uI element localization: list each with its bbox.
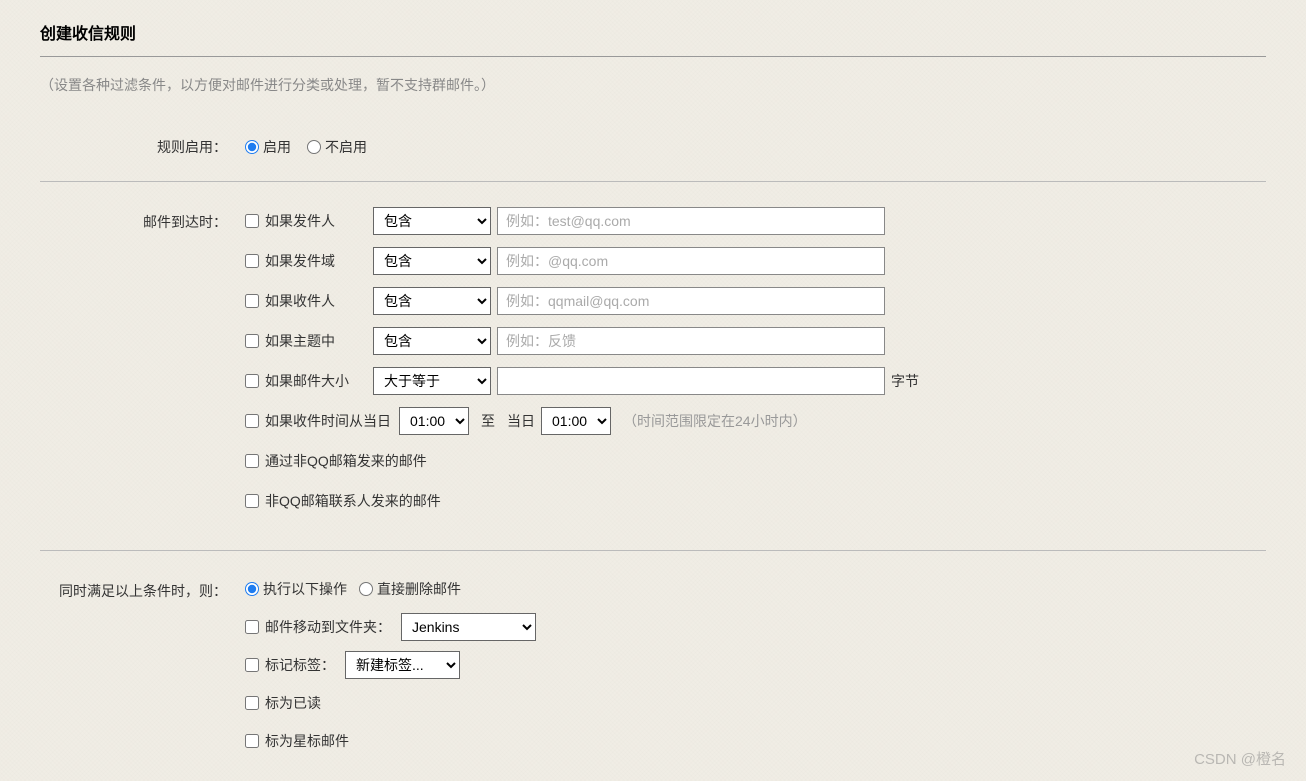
condition-domain-op-select[interactable]: 包含 — [373, 247, 491, 275]
actions-section: 同时满足以上条件时，则： 执行以下操作 直接删除邮件 邮件移动到文件夹： Jen… — [40, 569, 1266, 761]
action-delete-radio[interactable] — [359, 582, 373, 596]
divider — [40, 181, 1266, 182]
condition-recipient-checkbox[interactable] — [245, 294, 259, 308]
action-markread-row: 标为已读 — [245, 689, 1266, 717]
divider — [40, 550, 1266, 551]
condition-subject-checkbox[interactable] — [245, 334, 259, 348]
action-markstar-check-label[interactable]: 标为星标邮件 — [245, 731, 349, 751]
action-move-check-label[interactable]: 邮件移动到文件夹： — [245, 617, 391, 637]
condition-sender-check-label[interactable]: 如果发件人 — [245, 211, 373, 231]
condition-time-to-select[interactable]: 01:00 — [541, 407, 611, 435]
action-delete-label: 直接删除邮件 — [377, 579, 461, 599]
action-mode-row: 执行以下操作 直接删除邮件 — [245, 575, 1266, 603]
actions-label: 同时满足以上条件时，则： — [40, 575, 245, 601]
condition-size-op-select[interactable]: 大于等于 — [373, 367, 491, 395]
condition-sender-checkbox[interactable] — [245, 214, 259, 228]
condition-nonqq-contact-checkbox[interactable] — [245, 494, 259, 508]
condition-subject-check-label[interactable]: 如果主题中 — [245, 331, 373, 351]
action-markread-checkbox[interactable] — [245, 696, 259, 710]
arrival-section: 邮件到达时： 如果发件人 包含 如果发件域 包含 — [40, 200, 1266, 532]
condition-sender-op-select[interactable]: 包含 — [373, 207, 491, 235]
rule-enable-radio[interactable] — [245, 140, 259, 154]
condition-domain-checkbox[interactable] — [245, 254, 259, 268]
condition-time-to-label: 至 — [481, 411, 495, 431]
condition-domain-label: 如果发件域 — [265, 251, 335, 271]
condition-size-input[interactable] — [497, 367, 885, 395]
action-tag-select[interactable]: 新建标签... — [345, 651, 460, 679]
action-move-row: 邮件移动到文件夹： Jenkins — [245, 613, 1266, 641]
condition-time-check-label[interactable]: 如果收件时间从当日 — [245, 411, 391, 431]
condition-subject-op-select[interactable]: 包含 — [373, 327, 491, 355]
condition-time-from-select[interactable]: 01:00 — [399, 407, 469, 435]
action-execute-radio-item[interactable]: 执行以下操作 — [245, 579, 347, 599]
condition-nonqq-sender-checkbox[interactable] — [245, 454, 259, 468]
condition-recipient-row: 如果收件人 包含 — [245, 286, 1266, 316]
condition-recipient-op-select[interactable]: 包含 — [373, 287, 491, 315]
condition-domain-input[interactable] — [497, 247, 885, 275]
condition-time-today-label: 当日 — [507, 411, 535, 431]
condition-size-check-label[interactable]: 如果邮件大小 — [245, 371, 373, 391]
condition-size-checkbox[interactable] — [245, 374, 259, 388]
condition-sender-label: 如果发件人 — [265, 211, 335, 231]
action-markread-label: 标为已读 — [265, 693, 321, 713]
watermark: CSDN @橙名 — [1194, 748, 1286, 769]
rule-enable-radio-label: 启用 — [263, 137, 291, 157]
action-move-folder-select[interactable]: Jenkins — [401, 613, 536, 641]
condition-domain-check-label[interactable]: 如果发件域 — [245, 251, 373, 271]
condition-time-prefix: 如果收件时间从当日 — [265, 411, 391, 431]
rule-disable-radio-label: 不启用 — [325, 137, 367, 157]
condition-nonqq-sender-label: 通过非QQ邮箱发来的邮件 — [265, 451, 427, 471]
rule-enable-row: 规则启用： 启用 不启用 — [40, 125, 1266, 163]
action-move-checkbox[interactable] — [245, 620, 259, 634]
rule-enable-radio-item[interactable]: 启用 — [245, 137, 291, 157]
condition-subject-row: 如果主题中 包含 — [245, 326, 1266, 356]
page-subtitle: （设置各种过滤条件，以方便对邮件进行分类或处理，暂不支持群邮件。） — [40, 75, 1266, 95]
condition-nonqq-contact-row: 非QQ邮箱联系人发来的邮件 — [245, 486, 1266, 516]
condition-recipient-label: 如果收件人 — [265, 291, 335, 311]
action-execute-radio[interactable] — [245, 582, 259, 596]
action-move-label: 邮件移动到文件夹： — [265, 617, 391, 637]
action-markstar-row: 标为星标邮件 — [245, 727, 1266, 755]
condition-time-checkbox[interactable] — [245, 414, 259, 428]
condition-subject-input[interactable] — [497, 327, 885, 355]
condition-nonqq-contact-label: 非QQ邮箱联系人发来的邮件 — [265, 491, 441, 511]
action-delete-radio-item[interactable]: 直接删除邮件 — [359, 579, 461, 599]
condition-recipient-input[interactable] — [497, 287, 885, 315]
action-tag-row: 标记标签： 新建标签... — [245, 651, 1266, 679]
condition-domain-row: 如果发件域 包含 — [245, 246, 1266, 276]
condition-time-row: 如果收件时间从当日 01:00 至 当日 01:00 （时间范围限定在24小时内… — [245, 406, 1266, 436]
condition-recipient-check-label[interactable]: 如果收件人 — [245, 291, 373, 311]
action-execute-label: 执行以下操作 — [263, 579, 347, 599]
action-markread-check-label[interactable]: 标为已读 — [245, 693, 321, 713]
page-title: 创建收信规则 — [40, 20, 1266, 57]
rule-disable-radio[interactable] — [307, 140, 321, 154]
condition-size-row: 如果邮件大小 大于等于 字节 — [245, 366, 1266, 396]
condition-sender-row: 如果发件人 包含 — [245, 206, 1266, 236]
condition-sender-input[interactable] — [497, 207, 885, 235]
action-tag-label: 标记标签： — [265, 655, 335, 675]
condition-nonqq-contact-check-label[interactable]: 非QQ邮箱联系人发来的邮件 — [245, 491, 441, 511]
condition-nonqq-sender-check-label[interactable]: 通过非QQ邮箱发来的邮件 — [245, 451, 427, 471]
action-markstar-checkbox[interactable] — [245, 734, 259, 748]
rule-disable-radio-item[interactable]: 不启用 — [307, 137, 367, 157]
action-tag-checkbox[interactable] — [245, 658, 259, 672]
arrival-label: 邮件到达时： — [40, 206, 245, 232]
condition-size-unit: 字节 — [891, 371, 919, 391]
action-markstar-label: 标为星标邮件 — [265, 731, 349, 751]
condition-time-hint: （时间范围限定在24小时内） — [623, 411, 807, 431]
condition-subject-label: 如果主题中 — [265, 331, 335, 351]
condition-nonqq-sender-row: 通过非QQ邮箱发来的邮件 — [245, 446, 1266, 476]
action-tag-check-label[interactable]: 标记标签： — [245, 655, 335, 675]
condition-size-label: 如果邮件大小 — [265, 371, 349, 391]
rule-enable-label: 规则启用： — [40, 131, 245, 157]
